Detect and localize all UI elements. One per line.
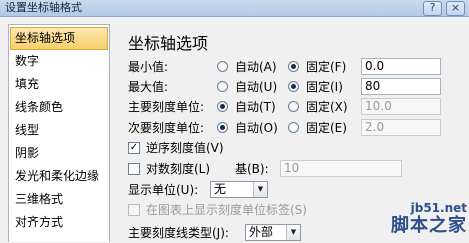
minor-unit-fixed-radio[interactable] xyxy=(288,122,299,133)
reverse-row: ✓ 逆序刻度值(V) xyxy=(128,138,468,158)
display-units-select[interactable]: 无 ▼ xyxy=(210,181,268,198)
min-fixed-radio[interactable] xyxy=(288,61,299,72)
minor-unit-fixed-label: 固定(E) xyxy=(306,121,347,135)
log-base-label: 基(B): xyxy=(235,162,269,176)
sidebar-item-shadow[interactable]: 阴影 xyxy=(9,142,109,165)
major-unit-auto-radio[interactable] xyxy=(217,101,228,112)
minor-unit-label: 次要刻度单位: xyxy=(128,121,205,135)
log-scale-label: 对数刻度(L) xyxy=(146,162,211,176)
major-unit-value-field[interactable]: 10.0 xyxy=(361,98,441,115)
sidebar-item-fill[interactable]: 填充 xyxy=(9,73,109,96)
max-row: 最大值: 自动(U) 固定(I) 80 xyxy=(128,77,468,97)
max-fixed-radio[interactable] xyxy=(288,81,299,92)
display-units-value: 无 xyxy=(214,182,227,196)
sidebar-item-number[interactable]: 数字 xyxy=(9,50,109,73)
section-title: 坐标轴选项 xyxy=(128,34,209,53)
minor-unit-row: 次要刻度单位: 自动(O) 固定(E) 2.0 xyxy=(128,118,468,138)
min-auto-radio[interactable] xyxy=(217,61,228,72)
minor-unit-value-field[interactable]: 2.0 xyxy=(361,119,441,136)
major-unit-label: 主要刻度单位: xyxy=(128,100,205,114)
sidebar-item-line-color[interactable]: 线条颜色 xyxy=(9,96,109,119)
watermark-text: 脚本之家 xyxy=(391,215,467,236)
window-title: 设置坐标轴格式 xyxy=(5,1,82,14)
reverse-label: 逆序刻度值(V) xyxy=(146,141,224,155)
help-button[interactable]: ? xyxy=(423,1,442,16)
display-units-label: 显示单位(U): xyxy=(128,183,199,197)
max-value-field[interactable]: 80 xyxy=(361,78,441,95)
max-auto-radio[interactable] xyxy=(217,81,228,92)
chevron-down-icon: ▼ xyxy=(286,225,300,240)
max-label: 最大值: xyxy=(128,80,169,94)
reverse-checkbox[interactable]: ✓ xyxy=(128,142,140,154)
major-tick-type-value: 外部 xyxy=(249,225,274,239)
major-tick-type-select[interactable]: 外部 ▼ xyxy=(245,224,301,241)
show-units-label-checkbox[interactable] xyxy=(128,204,140,216)
major-unit-fixed-label: 固定(X) xyxy=(306,100,348,114)
category-sidebar: 坐标轴选项 数字 填充 线条颜色 线型 阴影 发光和柔化边缘 三维格式 对齐方式 xyxy=(8,24,110,242)
watermark: jb51.net 脚本之家 xyxy=(371,201,467,241)
sidebar-item-axis-options[interactable]: 坐标轴选项 xyxy=(10,27,108,50)
sidebar-item-3d-format[interactable]: 三维格式 xyxy=(9,188,109,211)
max-fixed-label: 固定(I) xyxy=(306,80,343,94)
log-scale-row: 对数刻度(L) 基(B): 10 xyxy=(128,159,468,179)
sidebar-item-glow[interactable]: 发光和柔化边缘 xyxy=(9,165,109,188)
display-units-row: 显示单位(U): 无 ▼ xyxy=(128,180,468,200)
log-scale-checkbox[interactable] xyxy=(128,163,140,175)
log-base-field[interactable]: 10 xyxy=(280,160,402,177)
title-bar: 设置坐标轴格式 ? × xyxy=(0,0,469,17)
min-label: 最小值: xyxy=(128,60,169,74)
major-unit-fixed-radio[interactable] xyxy=(288,101,299,112)
major-unit-row: 主要刻度单位: 自动(T) 固定(X) 10.0 xyxy=(128,97,468,117)
min-fixed-label: 固定(F) xyxy=(306,60,347,74)
major-unit-auto-label: 自动(T) xyxy=(235,100,276,114)
sidebar-item-alignment[interactable]: 对齐方式 xyxy=(9,211,109,234)
min-auto-label: 自动(A) xyxy=(235,60,277,74)
min-row: 最小值: 自动(A) 固定(F) 0.0 xyxy=(128,57,468,77)
minor-unit-auto-radio[interactable] xyxy=(217,122,228,133)
close-button[interactable]: × xyxy=(446,1,465,16)
major-tick-type-label: 主要刻度线类型(J): xyxy=(128,226,229,240)
min-value-field[interactable]: 0.0 xyxy=(361,58,441,75)
watermark-url: jb51.net xyxy=(410,201,467,215)
chevron-down-icon: ▼ xyxy=(253,182,267,197)
minor-unit-auto-label: 自动(O) xyxy=(235,121,278,135)
max-auto-label: 自动(U) xyxy=(235,80,278,94)
show-units-label-text: 在图表上显示刻度单位标签(S) xyxy=(146,203,307,217)
sidebar-item-line-style[interactable]: 线型 xyxy=(9,119,109,142)
